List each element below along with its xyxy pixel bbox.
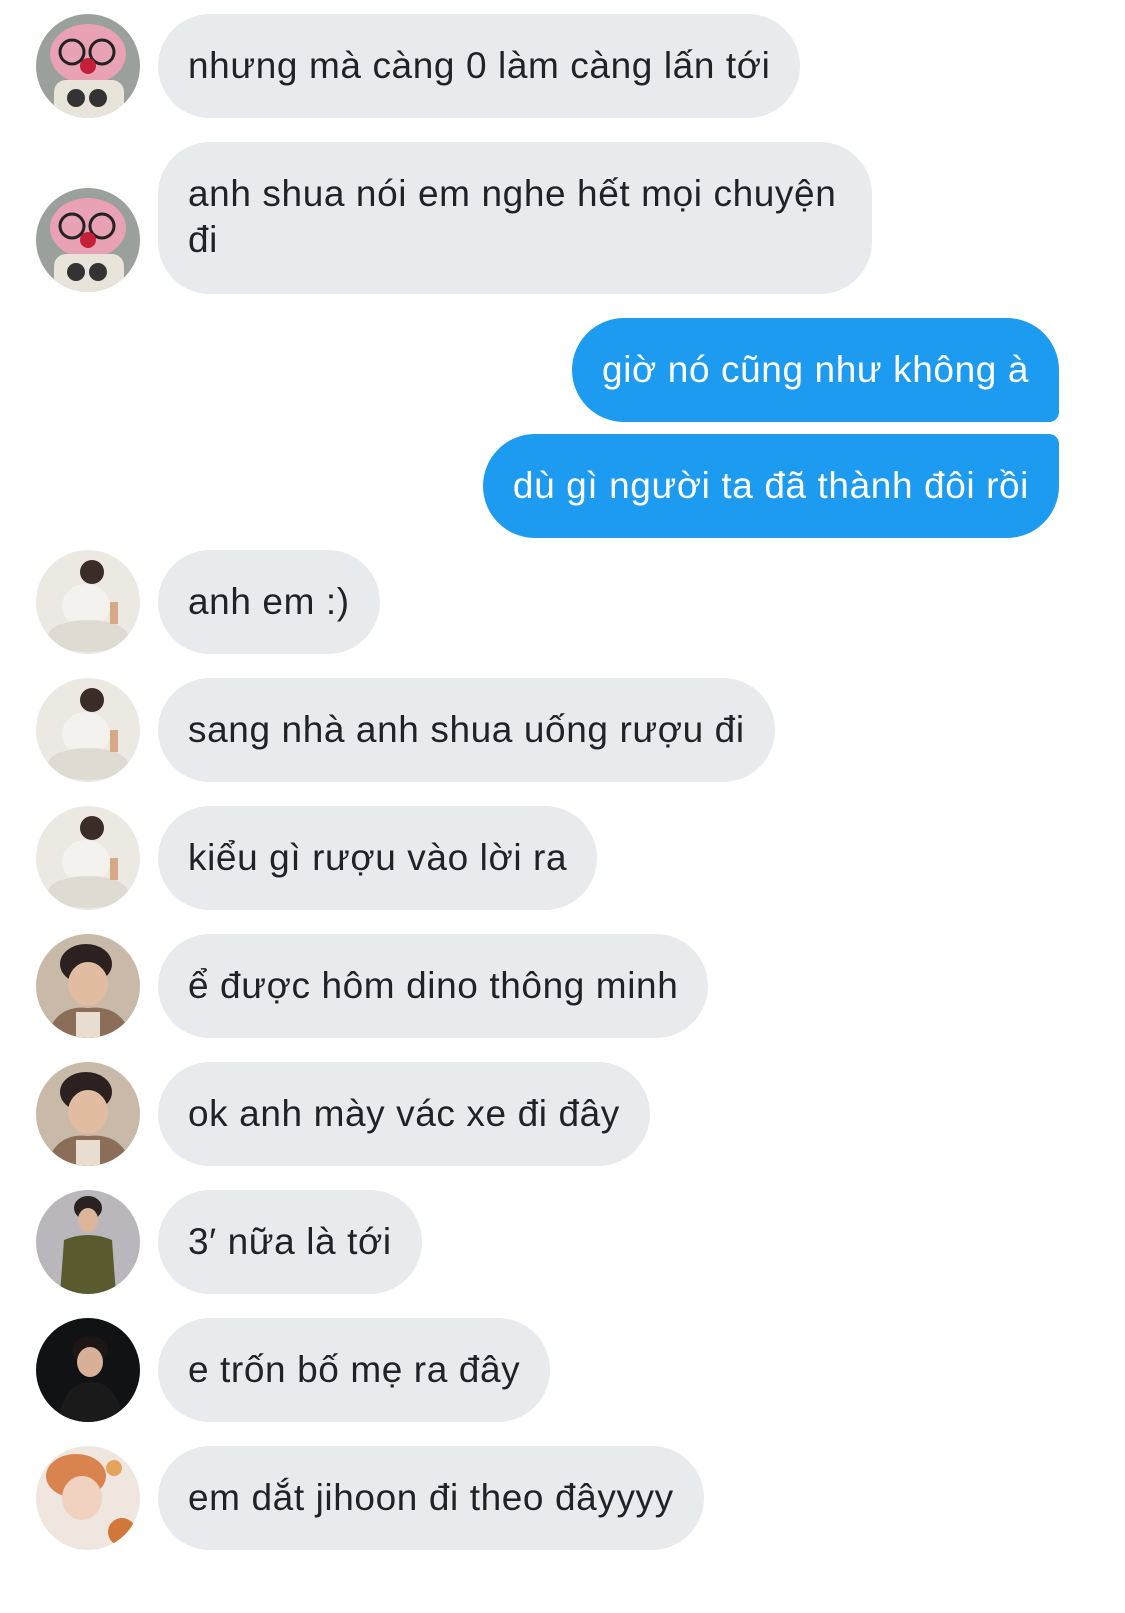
message-bubble[interactable]: e trốn bố mẹ ra đây [158,1318,551,1422]
white-shirt-avatar[interactable] [36,806,140,910]
pink-plush-avatar[interactable] [36,188,140,292]
hoodie-avatar[interactable] [36,934,140,1038]
message-text: em dắt jihoon đi theo đâyyyy [188,1477,674,1518]
message-text: nhưng mà càng 0 làm càng lấn tới [188,45,771,86]
message-bubble-outgoing[interactable]: giờ nó cũng như không à [572,318,1059,422]
message-bubble[interactable]: ể được hôm dino thông minh [158,934,709,1038]
message-thread: nhưng mà càng 0 làm càng lấn tới anh shu… [0,0,1125,1613]
message-bubble[interactable]: sang nhà anh shua uống rượu đi [158,678,775,782]
message-text: 3′ nữa là tới [188,1221,392,1262]
message-text: sang nhà anh shua uống rượu đi [188,709,745,750]
message-bubble[interactable]: nhưng mà càng 0 làm càng lấn tới [158,14,801,118]
orange-hair-avatar[interactable] [36,1446,140,1550]
message-bubble[interactable]: anh shua nói em nghe hết mọi chuyện đi [158,142,872,294]
dark-suit-avatar[interactable] [36,1318,140,1422]
message-text: kiểu gì rượu vào lời ra [188,837,568,878]
message-bubble-outgoing[interactable]: dù gì người ta đã thành đôi rồi [482,434,1059,538]
message-bubble[interactable]: em dắt jihoon đi theo đâyyyy [158,1446,704,1550]
message-text: dù gì người ta đã thành đôi rồi [512,465,1029,506]
message-bubble[interactable]: 3′ nữa là tới [158,1190,422,1294]
pink-plush-avatar[interactable] [36,14,140,118]
white-shirt-avatar[interactable] [36,678,140,782]
message-text: ok anh mày vác xe đi đây [188,1093,620,1134]
message-text: giờ nó cũng như không à [602,349,1029,390]
hoodie-avatar[interactable] [36,1062,140,1166]
message-text: anh shua nói em nghe hết mọi chuyện đi [188,173,837,260]
message-bubble[interactable]: anh em :) [158,550,380,654]
message-text: e trốn bố mẹ ra đây [188,1349,521,1390]
message-text: anh em :) [188,581,350,622]
white-shirt-avatar[interactable] [36,550,140,654]
message-bubble[interactable]: ok anh mày vác xe đi đây [158,1062,650,1166]
message-text: ể được hôm dino thông minh [188,965,679,1006]
message-bubble[interactable]: kiểu gì rượu vào lời ra [158,806,598,910]
olive-tee-avatar[interactable] [36,1190,140,1294]
